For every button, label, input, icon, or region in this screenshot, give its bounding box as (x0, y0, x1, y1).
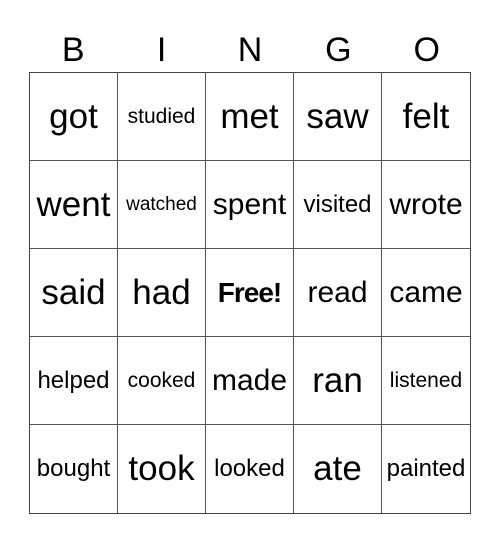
bingo-cell[interactable]: cooked (118, 337, 206, 425)
bingo-cell[interactable]: visited (294, 161, 382, 249)
bingo-cell[interactable]: watched (118, 161, 206, 249)
bingo-cell[interactable]: helped (30, 337, 118, 425)
bingo-cell[interactable]: listened (382, 337, 470, 425)
bingo-cell[interactable]: bought (30, 425, 118, 513)
free-space-cell[interactable]: Free! (206, 249, 294, 337)
bingo-grid: got studied met saw felt went watched sp… (29, 72, 471, 514)
bingo-cell[interactable]: ate (294, 425, 382, 513)
bingo-cell[interactable]: went (30, 161, 118, 249)
bingo-cell[interactable]: spent (206, 161, 294, 249)
bingo-cell[interactable]: got (30, 73, 118, 161)
bingo-cell[interactable]: came (382, 249, 470, 337)
bingo-cell[interactable]: felt (382, 73, 470, 161)
bingo-cell[interactable]: painted (382, 425, 470, 513)
bingo-cell[interactable]: had (118, 249, 206, 337)
header-letter-n: N (237, 31, 263, 69)
bingo-header: B I N G O (29, 28, 471, 72)
bingo-cell[interactable]: took (118, 425, 206, 513)
bingo-cell[interactable]: ran (294, 337, 382, 425)
bingo-cell[interactable]: studied (118, 73, 206, 161)
bingo-cell[interactable]: said (30, 249, 118, 337)
bingo-cell[interactable]: met (206, 73, 294, 161)
bingo-cell[interactable]: made (206, 337, 294, 425)
bingo-cell[interactable]: saw (294, 73, 382, 161)
bingo-cell[interactable]: read (294, 249, 382, 337)
header-letter-g: G (325, 31, 352, 69)
bingo-cell[interactable]: looked (206, 425, 294, 513)
header-letter-o: O (413, 31, 440, 69)
bingo-cell[interactable]: wrote (382, 161, 470, 249)
header-letter-i: I (156, 31, 167, 69)
header-letter-b: B (61, 31, 85, 69)
